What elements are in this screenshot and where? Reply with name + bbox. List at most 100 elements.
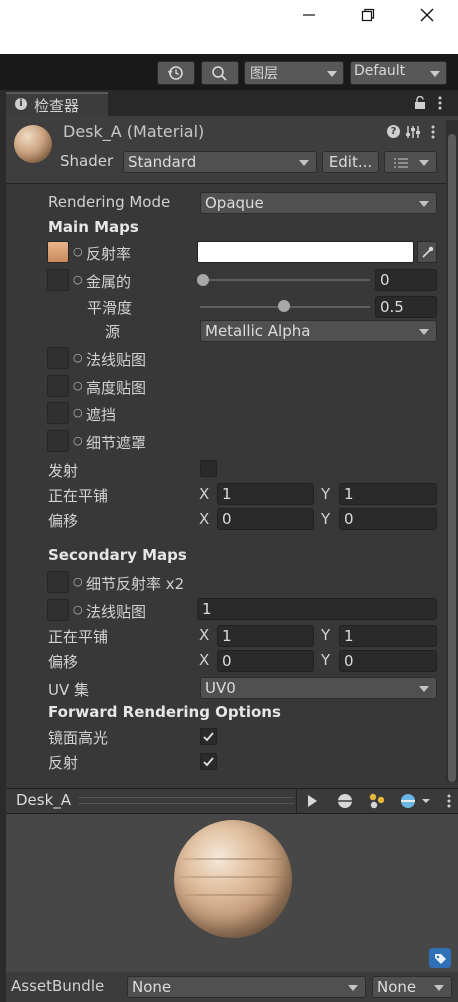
source-value: Metallic Alpha <box>205 322 311 340</box>
more-options-icon[interactable] <box>429 124 437 144</box>
albedo-color-field[interactable] <box>197 241 414 263</box>
reflections-label: 反射 <box>48 754 79 772</box>
shader-value: Standard <box>128 153 197 171</box>
occlusion-texture-slot[interactable] <box>47 402 69 424</box>
more-options-icon[interactable] <box>445 793 453 813</box>
detail-mask-label: 细节遮罩 <box>86 434 147 452</box>
offset-label: 偏移 <box>48 512 79 530</box>
metallic-value-field[interactable]: 0 <box>375 269 437 291</box>
preview-shape-button[interactable] <box>330 788 360 814</box>
specular-highlights-checkbox[interactable] <box>200 728 217 745</box>
smoothness-slider-thumb[interactable] <box>278 300 290 312</box>
chevron-down-icon <box>419 686 429 692</box>
picker-icon[interactable]: ○ <box>73 575 83 588</box>
metallic-label: 金属的 <box>86 273 132 291</box>
scrollbar-thumb[interactable] <box>448 134 456 782</box>
secondary-tiling-x-field[interactable]: 1 <box>217 625 314 647</box>
shader-options-dropdown[interactable] <box>384 151 437 173</box>
smoothness-value-field[interactable]: 0.5 <box>375 296 437 318</box>
tiling-x-label: X <box>199 485 210 503</box>
metallic-slider-thumb[interactable] <box>197 274 209 286</box>
close-button[interactable] <box>410 0 444 30</box>
albedo-texture-slot[interactable] <box>47 241 69 263</box>
edit-shader-button[interactable]: Edit... <box>322 151 379 173</box>
layout-label: Default <box>354 63 406 79</box>
detail-mask-texture-slot[interactable] <box>47 430 69 452</box>
source-dropdown[interactable]: Metallic Alpha <box>200 320 437 342</box>
assetbundle-name-dropdown[interactable]: None <box>127 976 366 998</box>
tag-icon <box>435 954 446 964</box>
assetbundle-variant-dropdown[interactable]: None <box>372 976 452 998</box>
list-icon <box>394 158 408 168</box>
normal-map-texture-slot[interactable] <box>47 347 69 369</box>
metallic-texture-slot[interactable] <box>47 269 69 291</box>
assetbundle-label: AssetBundle <box>11 977 105 995</box>
secondary-tiling-label: 正在平铺 <box>48 628 109 646</box>
search-button[interactable] <box>201 61 239 85</box>
detail-albedo-texture-slot[interactable] <box>47 571 69 593</box>
tiling-y-field[interactable]: 1 <box>339 483 437 505</box>
preset-icon[interactable] <box>405 124 421 144</box>
play-button[interactable] <box>296 788 326 814</box>
checkmark-icon <box>203 757 214 767</box>
uv-set-value: UV0 <box>205 679 236 697</box>
reflections-checkbox[interactable] <box>200 753 217 770</box>
secondary-offset-label: 偏移 <box>48 653 79 671</box>
chevron-down-icon <box>434 985 444 991</box>
secondary-offset-x-value: 0 <box>222 652 232 670</box>
close-icon <box>420 8 434 22</box>
secondary-offset-y-field[interactable]: 0 <box>339 650 437 672</box>
rendering-mode-dropdown[interactable]: Opaque <box>200 192 437 214</box>
layout-dropdown[interactable]: Default <box>350 61 447 85</box>
secondary-normal-texture-slot[interactable] <box>47 599 69 621</box>
picker-icon[interactable]: ○ <box>73 603 83 616</box>
secondary-tiling-y-field[interactable]: 1 <box>339 625 437 647</box>
secondary-offset-x-field[interactable]: 0 <box>217 650 314 672</box>
secondary-normal-label: 法线贴图 <box>86 603 147 621</box>
offset-x-field[interactable]: 0 <box>217 508 314 530</box>
height-map-texture-slot[interactable] <box>47 375 69 397</box>
picker-icon[interactable]: ○ <box>73 434 83 447</box>
picker-icon[interactable]: ○ <box>73 273 83 286</box>
layers-label: 图层 <box>250 66 278 82</box>
minimize-button[interactable] <box>292 0 326 30</box>
layers-dropdown[interactable]: 图层 <box>244 61 344 85</box>
material-thumbnail <box>14 125 52 163</box>
metallic-slider[interactable] <box>200 279 370 281</box>
chevron-down-icon <box>348 985 358 991</box>
tab-inspector[interactable]: i 检查器 <box>6 92 108 116</box>
uv-set-dropdown[interactable]: UV0 <box>200 677 437 699</box>
preview-lighting-button[interactable] <box>362 788 392 814</box>
secondary-maps-heading: Secondary Maps <box>48 546 187 564</box>
maximize-icon <box>361 8 375 22</box>
offset-y-field[interactable]: 0 <box>339 508 437 530</box>
lock-icon[interactable] <box>414 95 426 114</box>
secondary-normal-scale-field[interactable]: 1 <box>197 598 437 620</box>
more-options-icon[interactable] <box>436 95 444 115</box>
scrollbar[interactable] <box>446 120 458 782</box>
eyedropper-button[interactable] <box>417 241 437 263</box>
tiling-x-value: 1 <box>222 485 232 503</box>
asset-label-button[interactable] <box>429 948 451 968</box>
picker-icon[interactable]: ○ <box>73 245 83 258</box>
picker-icon[interactable]: ○ <box>73 406 83 419</box>
help-icon[interactable]: ? <box>387 125 400 138</box>
history-button[interactable] <box>157 61 195 85</box>
maximize-button[interactable] <box>351 0 385 30</box>
picker-icon[interactable]: ○ <box>73 351 83 364</box>
chevron-down-icon <box>419 160 429 166</box>
assetbundle-name-value: None <box>132 978 172 996</box>
preview-resize-handle[interactable] <box>78 797 294 804</box>
picker-icon[interactable]: ○ <box>73 379 83 392</box>
sphere-shape-icon <box>338 794 352 808</box>
emission-checkbox[interactable] <box>200 460 217 477</box>
height-map-label: 高度贴图 <box>86 379 147 397</box>
eyedropper-icon <box>422 246 434 258</box>
preview-background-dropdown[interactable] <box>395 788 435 814</box>
detail-albedo-label: 细节反射率 x2 <box>86 575 185 593</box>
tiling-x-field[interactable]: 1 <box>217 483 314 505</box>
secondary-normal-scale-value: 1 <box>202 600 212 618</box>
specular-highlights-label: 镜面高光 <box>48 729 109 747</box>
preview-sphere[interactable] <box>174 820 292 938</box>
shader-dropdown[interactable]: Standard <box>123 151 317 173</box>
